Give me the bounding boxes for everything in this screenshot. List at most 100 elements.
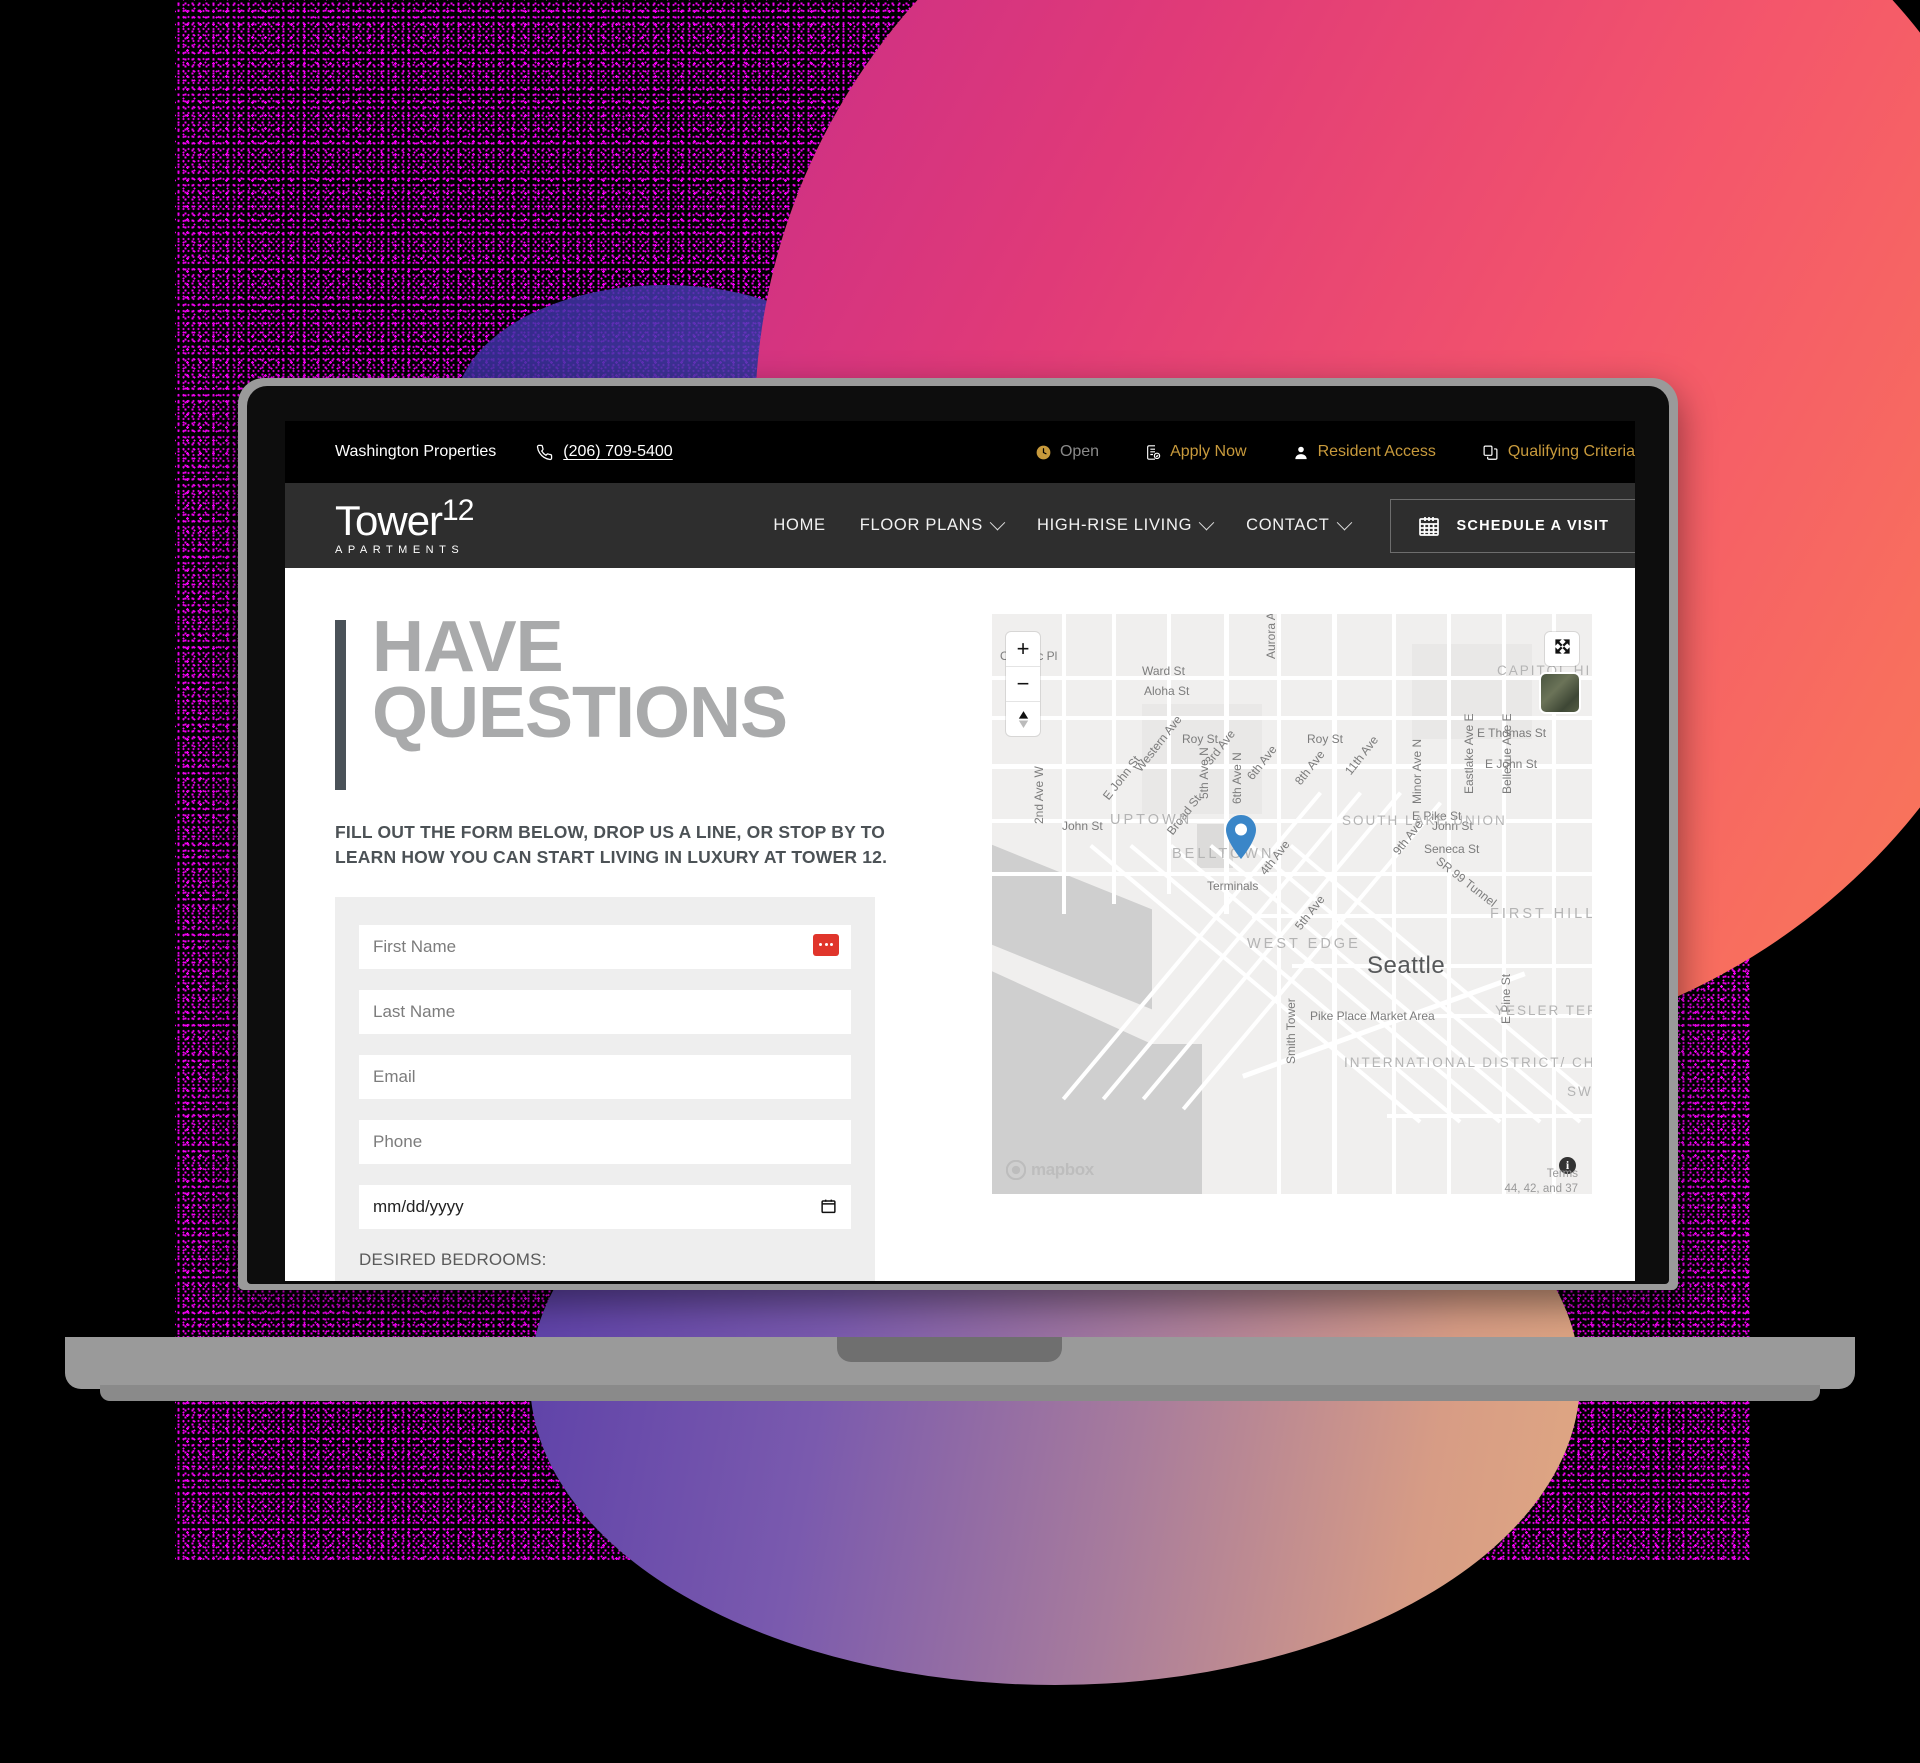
map-neighborhood-label: UPTOWN [1110, 812, 1193, 828]
fullscreen-icon [1553, 637, 1572, 661]
map-tiles: Ward St Aloha St Roy St Roy St Olympic P… [992, 614, 1592, 1194]
map-street-label: E John St [1485, 757, 1538, 771]
map-neighborhood-label: SW [1567, 1084, 1592, 1099]
phone-field[interactable]: Phone [359, 1119, 851, 1164]
map-street-label: 11th Ave [1342, 733, 1382, 778]
map-street-label: John St [1062, 819, 1103, 833]
title-accent-bar [335, 620, 346, 790]
phone-placeholder: Phone [373, 1131, 423, 1151]
nav-menu: HOME FLOOR PLANS HIGH-RISE LIVING CONTAC… [773, 514, 1352, 535]
logo-number: 12 [442, 493, 474, 527]
status-badge: Open [1036, 443, 1099, 461]
fullscreen-button[interactable] [1545, 632, 1579, 666]
user-icon [1293, 444, 1309, 461]
status-label: Open [1059, 443, 1100, 460]
nav-item-label: HOME [773, 516, 826, 534]
map-neighborhood-label: FIRST HILL [1490, 906, 1592, 922]
zoom-out-button[interactable]: − [1006, 667, 1040, 702]
schedule-a-visit-label: SCHEDULE A VISIT [1456, 517, 1610, 534]
main-navigation: Tower12 APARTMENTS HOME FLOOR PLANS HIGH… [285, 483, 1635, 568]
map-street-label: Aurora Ave N [1264, 614, 1278, 659]
calendar-picker-icon[interactable] [820, 1197, 837, 1220]
last-name-placeholder: Last Name [373, 1001, 456, 1021]
laptop-mockup: Washington Properties (206) 709-5400 Ope… [0, 0, 1920, 1763]
move-in-date-field[interactable]: mm/dd/yyyy [359, 1184, 851, 1229]
map-street-label: E Thomas St [1477, 726, 1547, 740]
browser-viewport: Washington Properties (206) 709-5400 Ope… [285, 421, 1635, 1281]
first-name-placeholder: First Name [373, 936, 457, 956]
email-placeholder: Email [373, 1066, 416, 1086]
location-pin[interactable] [1224, 814, 1258, 860]
mapbox-logo[interactable]: mapbox [1006, 1160, 1094, 1180]
map-street-label: 2nd Ave W [1032, 766, 1046, 824]
map-poi-label: Terminals [1207, 879, 1259, 893]
zoom-in-button[interactable]: + [1006, 632, 1040, 667]
laptop-base-shadow [100, 1385, 1820, 1401]
logo-word: Tower [335, 496, 443, 544]
nav-item-contact[interactable]: CONTACT [1246, 514, 1352, 535]
clock-icon [1036, 445, 1051, 460]
intro-paragraph: FILL OUT THE FORM BELOW, DROP US A LINE,… [335, 822, 888, 868]
qualifying-criteria-label[interactable]: Qualifying Criteria [1508, 443, 1635, 461]
map-neighborhood-label: SOUTH LAKE UNION [1342, 813, 1507, 828]
last-name-field[interactable]: Last Name [359, 989, 851, 1034]
map-street-label: Seneca St [1424, 842, 1480, 856]
phone-link[interactable]: (206) 709-5400 [536, 443, 673, 461]
map-street-label: Smith Tower [1284, 998, 1298, 1064]
apply-now-link[interactable]: Apply Now [1145, 443, 1247, 461]
mapbox-logo-label: mapbox [1031, 1160, 1094, 1179]
map-terms-label[interactable]: Terms [1504, 1167, 1578, 1181]
map-street-label: Minor Ave N [1410, 738, 1424, 804]
contact-form-column: HAVE QUESTIONS FILL OUT THE FORM BELOW, … [285, 607, 930, 1281]
map-city-label: Seattle [1367, 952, 1446, 979]
map-attribution-text: Terms 44, 42, and 37 [1504, 1167, 1578, 1194]
map-street-label: 6th Ave N [1230, 752, 1244, 804]
page-content: HAVE QUESTIONS FILL OUT THE FORM BELOW, … [285, 568, 1635, 1281]
resident-access-link[interactable]: Resident Access [1293, 443, 1436, 461]
page-title-line1: HAVE [372, 607, 564, 687]
compass-icon[interactable] [1006, 702, 1040, 736]
map-street-label: Eastlake Ave E [1462, 713, 1476, 795]
location-map[interactable]: Ward St Aloha St Roy St Roy St Olympic P… [992, 614, 1592, 1194]
logo-subtitle: APARTMENTS [335, 543, 465, 556]
page-title: HAVE QUESTIONS [335, 607, 930, 790]
map-street-label: Ward St [1142, 664, 1185, 678]
contact-form: First Name Last Name Email Phone mm/dd/y… [335, 896, 875, 1281]
email-field[interactable]: Email [359, 1054, 851, 1099]
phone-icon [536, 444, 553, 461]
map-street-label: Pike Place Market Area [1310, 1009, 1435, 1023]
calendar-icon [1417, 514, 1441, 538]
laptop-trackpad-notch [837, 1337, 1062, 1362]
map-neighborhood-label: YESLER TERRACE [1495, 1003, 1592, 1018]
autofill-icon[interactable] [813, 933, 839, 956]
resident-access-label[interactable]: Resident Access [1318, 443, 1436, 461]
qualifying-criteria-link[interactable]: Qualifying Criteria [1482, 443, 1635, 461]
application-icon [1145, 444, 1161, 461]
nav-item-home[interactable]: HOME [773, 516, 825, 535]
nav-item-label: HIGH-RISE LIVING [1036, 516, 1193, 534]
chevron-down-icon [1198, 514, 1215, 531]
map-neighborhood-label: INTERNATIONAL DISTRICT/ CHINATOWN [1344, 1055, 1592, 1070]
bedrooms-label: DESIRED BEDROOMS: [359, 1249, 547, 1269]
map-neighborhood-label: WEST EDGE [1247, 936, 1361, 952]
nav-item-label: CONTACT [1246, 516, 1330, 534]
schedule-a-visit-button[interactable]: SCHEDULE A VISIT [1389, 498, 1635, 553]
first-name-field[interactable]: First Name [359, 924, 851, 969]
apply-now-label[interactable]: Apply Now [1170, 443, 1246, 461]
map-street-label: SR 99 Tunnel [1433, 854, 1500, 910]
map-street-label: Roy St [1307, 732, 1344, 746]
nav-item-label: FLOOR PLANS [859, 516, 983, 534]
nav-item-floor-plans[interactable]: FLOOR PLANS [859, 514, 1006, 535]
documents-icon [1482, 444, 1499, 461]
map-terms-sub: 44, 42, and 37 [1504, 1182, 1578, 1194]
nav-cta-group: SCHEDULE A VISIT VIRTUAL TOUR [1389, 498, 1635, 553]
page-title-line2: QUESTIONS [372, 673, 788, 754]
nav-item-high-rise-living[interactable]: HIGH-RISE LIVING [1036, 514, 1215, 535]
move-in-date-placeholder: mm/dd/yyyy [373, 1196, 464, 1216]
map-street-label: Aloha St [1144, 684, 1190, 698]
satellite-toggle-button[interactable] [1541, 674, 1579, 712]
map-zoom-controls[interactable]: + − [1006, 632, 1040, 736]
phone-number[interactable]: (206) 709-5400 [563, 443, 672, 461]
site-logo[interactable]: Tower12 APARTMENTS [335, 493, 474, 556]
management-brand-name: Washington Properties [335, 443, 497, 460]
